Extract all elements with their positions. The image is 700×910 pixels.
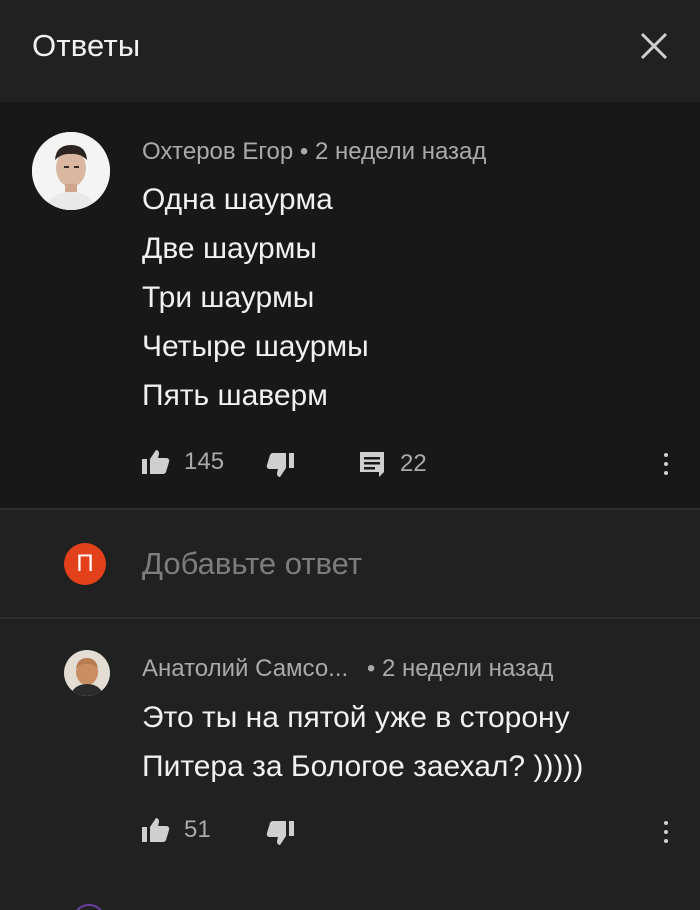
avatar[interactable] (32, 132, 110, 210)
thumb-down-icon (266, 821, 294, 845)
divider (0, 617, 700, 619)
more-vert-dot (664, 830, 668, 834)
user-photo-icon (64, 650, 110, 696)
meta-separator: • (366, 655, 376, 682)
more-vert-dot (664, 471, 668, 475)
more-options-button[interactable] (654, 812, 678, 852)
like-button[interactable]: 145 (142, 448, 224, 476)
comment-text: Это ты на пятой уже в сторону Питера за … (142, 693, 583, 791)
comment-line: Пять шаверм (142, 379, 328, 412)
more-options-button[interactable] (654, 444, 678, 484)
comment-line: Две шаурмы (142, 232, 317, 265)
close-icon (640, 32, 668, 60)
divider (0, 508, 700, 510)
reply-icon (360, 452, 384, 477)
thumb-up-icon (142, 450, 170, 474)
more-vert-icon (664, 821, 668, 825)
replies-header: Ответы (0, 0, 700, 100)
dislike-button[interactable] (266, 452, 294, 478)
close-button[interactable] (632, 24, 676, 68)
comment-line: Питера за Бологое заехал? ))))) (142, 750, 584, 783)
like-count: 145 (184, 448, 225, 475)
more-vert-dot (664, 839, 668, 843)
add-reply-input[interactable]: Добавьте ответ (142, 546, 662, 582)
comment-author[interactable]: Анатолий Самсо... (142, 655, 348, 682)
comment-line: Четыре шаурмы (142, 330, 369, 363)
comment-text: Одна шаурма Две шаурмы Три шаурмы Четыре… (142, 175, 369, 420)
more-vert-icon (664, 453, 668, 457)
meta-separator: • (299, 138, 309, 165)
like-count: 51 (184, 816, 211, 843)
comment-meta: Анатолий Самсо... • 2 недели назад (142, 655, 553, 683)
replies-button[interactable]: 22 (358, 450, 427, 478)
comment-author[interactable]: Охтеров Егор (142, 138, 293, 165)
dislike-button[interactable] (266, 820, 294, 846)
reply-count: 22 (400, 450, 427, 477)
avatar (72, 904, 106, 910)
user-photo-icon (32, 132, 110, 210)
like-button[interactable]: 51 (142, 816, 211, 844)
thumb-down-icon (266, 453, 294, 477)
thumb-up-icon (142, 818, 170, 842)
comment-line: Это ты на пятой уже в сторону (142, 701, 570, 734)
comment-time: 2 недели назад (381, 655, 554, 682)
page-title: Ответы (32, 28, 141, 63)
comment-time: 2 недели назад (315, 138, 487, 165)
avatar[interactable] (64, 650, 110, 696)
comment-line: Три шаурмы (142, 281, 315, 314)
comment-meta: Охтеров Егор • 2 недели назад (142, 138, 486, 166)
my-avatar: П (64, 543, 106, 585)
comment-line: Одна шаурма (142, 183, 333, 216)
more-vert-dot (664, 462, 668, 466)
